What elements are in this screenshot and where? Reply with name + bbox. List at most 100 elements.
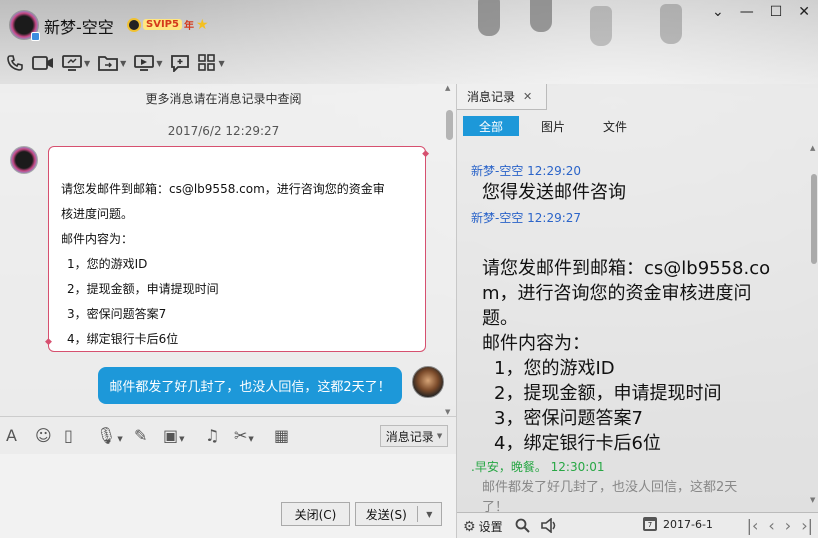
message-list-item: 1，您的游戏ID (67, 257, 148, 271)
sender-avatar[interactable] (10, 146, 38, 174)
minimize-icon[interactable]: — (740, 4, 754, 20)
message-input-area[interactable]: 关闭(C) 发送(S) ▼ (0, 454, 456, 538)
vip-badge[interactable]: SVIP5 年 ★ (127, 16, 209, 33)
message-line: 邮件内容为： (482, 333, 590, 354)
message-line: 邮件都发了好几封了，也没人回信，这都2天 (482, 480, 738, 495)
outgoing-message-bubble[interactable]: 邮件都发了好几封了，也没人回信，这都2天了！ (98, 367, 402, 404)
date-picker[interactable]: 7 2017-6-1 (643, 517, 713, 531)
scroll-thumb[interactable] (811, 174, 817, 264)
tab-message-history[interactable]: 消息记录 ✕ (457, 84, 547, 110)
font-icon[interactable]: A (6, 426, 17, 445)
penguin-icon (127, 17, 141, 32)
send-button[interactable]: 发送(S) ▼ (355, 502, 442, 526)
filter-files[interactable]: 文件 (587, 116, 643, 136)
history-sender: 新梦-空空 12:29:20 (471, 164, 582, 178)
chat-add-icon[interactable] (170, 54, 190, 72)
history-button-label: 消息记录 (385, 429, 434, 444)
my-avatar[interactable] (412, 366, 444, 398)
incoming-message-bubble[interactable]: ◆ ◆ 请您发邮件到邮箱：cs@lb9558.com，进行咨询您的资金审 核进度… (45, 146, 429, 352)
image-icon[interactable]: ▣▼ (163, 426, 185, 445)
phone-icon[interactable] (6, 54, 24, 72)
chevron-down-icon[interactable]: ⌄ (712, 4, 724, 20)
vip-year: 年 (183, 21, 194, 32)
history-panel: 消息记录 ✕ 全部 图片 文件 新梦-空空 12:29:20 您得发送邮件咨询 … (456, 84, 818, 538)
filter-all[interactable]: 全部 (463, 116, 519, 136)
chevron-down-icon[interactable]: ▼ (84, 59, 90, 68)
message-list-item: 4，绑定银行卡后6位 (67, 332, 179, 346)
send-button-label: 发送(S) (365, 507, 407, 522)
more-messages-link[interactable]: 更多消息请在消息记录中查阅 (0, 90, 447, 107)
close-button[interactable]: 关闭(C) (281, 502, 350, 526)
gift-icon[interactable]: ▦ (274, 426, 289, 445)
scroll-up-icon[interactable]: ▲ (810, 144, 815, 152)
message-list-item: 2，提现金额，申请提现时间 (494, 383, 722, 404)
first-page-icon[interactable]: |‹ (747, 516, 759, 535)
message-line: 请您发邮件到邮箱：cs@lb9558.co (482, 258, 771, 279)
chevron-down-icon: ▼ (436, 432, 443, 440)
history-scrollbar[interactable]: ▲ ▼ (810, 144, 818, 504)
settings-button[interactable]: ⚙ 设置 (463, 518, 503, 535)
star-icon: ★ (195, 16, 209, 33)
message-line: 邮件内容为： (61, 232, 134, 246)
prev-page-icon[interactable]: ‹ (768, 516, 774, 535)
contact-name[interactable]: 新梦-空空 (44, 14, 114, 38)
emoji-icon[interactable]: ☺ (35, 426, 52, 445)
close-icon[interactable]: ✕ (798, 4, 810, 20)
message-list-item: 2，提现金额，申请提现时间 (67, 282, 219, 296)
search-icon[interactable] (515, 518, 530, 533)
scroll-down-icon[interactable]: ▼ (445, 408, 450, 416)
message-line: 题。 (482, 308, 518, 329)
scroll-thumb[interactable] (446, 110, 453, 140)
remote-desktop-icon[interactable]: ▼ (134, 55, 162, 71)
tab-label: 消息记录 (467, 90, 516, 104)
filter-images[interactable]: 图片 (525, 116, 581, 136)
message-list-item: 3，密保问题答案7 (67, 307, 167, 321)
message-line: m，进行咨询您的资金审核进度问 (482, 283, 752, 304)
message-history-button[interactable]: 消息记录 ▼ (380, 425, 448, 447)
chat-scrollbar[interactable]: ▲ ▼ (445, 84, 454, 416)
history-filters: 全部 图片 文件 (463, 116, 643, 138)
message-timestamp: 2017/6/2 12:29:27 (167, 124, 280, 138)
history-long-message: 请您发邮件到邮箱：cs@lb9558.co m，进行咨询您的资金审核进度问 题。… (482, 256, 770, 456)
history-bottom-bar: ⚙ 设置 7 2017-6-1 |‹ ‹ › ›| (457, 512, 818, 538)
video-icon[interactable] (32, 55, 54, 71)
device-status-icon (31, 32, 40, 41)
voice-icon[interactable]: 🎙▼ (96, 426, 123, 445)
history-date: 2017-6-1 (663, 517, 713, 531)
screen-share-icon[interactable]: ▼ (62, 55, 90, 71)
message-line: 请您发邮件到邮箱：cs@lb9558.com，进行咨询您的资金审 (61, 182, 385, 196)
vip-level: SVIP5 (143, 19, 182, 30)
file-transfer-icon[interactable]: ▼ (98, 55, 126, 71)
doodle-icon[interactable]: ✎ (134, 426, 147, 445)
history-sender: .早安，晚餐。 12:30:01 (471, 460, 605, 474)
scroll-up-icon[interactable]: ▲ (445, 84, 450, 92)
chevron-down-icon[interactable]: ▼ (120, 59, 126, 68)
window-controls: ⌄ — ☐ ✕ (712, 4, 810, 20)
qq-chat-window: 新梦-空空 SVIP5 年 ★ ⌄ — ☐ ✕ ▼ ▼ ▼ ▼ 更多消息请在消息… (0, 0, 818, 538)
close-icon[interactable]: ✕ (523, 90, 532, 103)
gif-icon[interactable]: ▯ (64, 426, 73, 445)
music-icon[interactable]: ♫ (205, 426, 219, 445)
settings-label: 设置 (478, 520, 503, 534)
chevron-down-icon[interactable]: ▼ (156, 59, 162, 68)
maximize-icon[interactable]: ☐ (770, 4, 783, 20)
message-list-item: 1，您的游戏ID (494, 358, 615, 379)
speaker-icon[interactable] (541, 518, 559, 533)
chat-messages-panel: 更多消息请在消息记录中查阅 2017/6/2 12:29:27 ◆ ◆ 请您发邮… (0, 84, 456, 416)
bubble-decoration-icon: ◆ (45, 337, 52, 347)
calendar-icon: 7 (643, 517, 657, 531)
chevron-down-icon[interactable]: ▼ (418, 510, 441, 519)
contact-avatar[interactable] (9, 10, 40, 41)
last-page-icon[interactable]: ›| (801, 516, 813, 535)
message-line: 核进度问题。 (61, 207, 134, 221)
history-sender: 新梦-空空 12:29:27 (471, 211, 582, 225)
apps-icon[interactable]: ▼ (198, 54, 225, 72)
next-page-icon[interactable]: › (785, 516, 791, 535)
scissors-icon[interactable]: ✂▼ (234, 426, 254, 445)
bubble-decoration-icon: ◆ (422, 149, 429, 159)
history-message: 您得发送邮件咨询 (482, 182, 626, 203)
scroll-down-icon[interactable]: ▼ (810, 496, 815, 504)
message-list-item: 4，绑定银行卡后6位 (494, 433, 661, 454)
message-list-item: 3，密保问题答案7 (494, 408, 643, 429)
chevron-down-icon[interactable]: ▼ (218, 59, 224, 68)
